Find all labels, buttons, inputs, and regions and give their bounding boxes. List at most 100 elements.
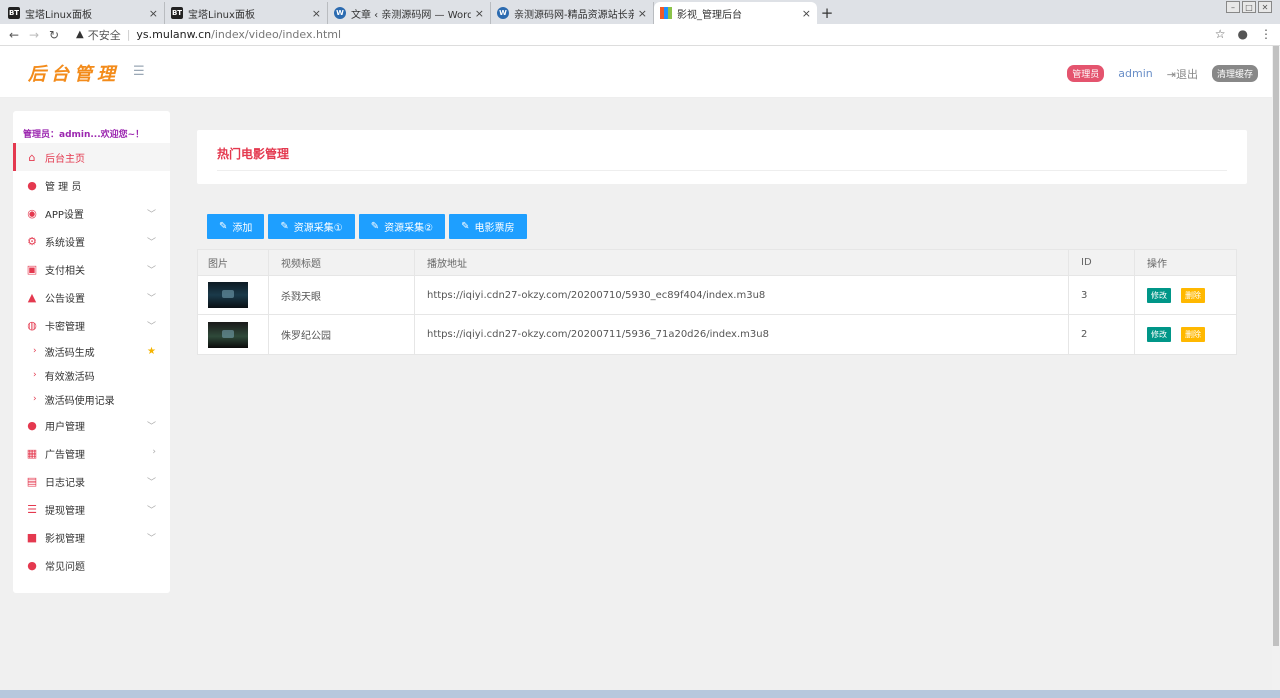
tab-title: 文章 ‹ 亲测源码网 — WordPress xyxy=(351,9,471,21)
page-title: 热门电影管理 xyxy=(217,147,290,161)
url-path: /index/video/index.html xyxy=(211,28,342,41)
sidebar-item-video[interactable]: ■ 影视管理 ﹀ xyxy=(13,523,170,551)
account-icon[interactable]: ● xyxy=(1238,27,1248,41)
more-icon[interactable]: ⋮ xyxy=(1260,27,1272,41)
table-icon: ▦ xyxy=(26,446,38,460)
logout-button[interactable]: ⇥退出 xyxy=(1167,66,1198,82)
clear-cache-button[interactable]: 清理缓存 xyxy=(1211,65,1258,82)
sidebar-item-notice[interactable]: ▲ 公告设置 ﹀ xyxy=(13,283,170,311)
address-actions: ☆ ● ⋮ xyxy=(1215,27,1272,41)
chevron-right-icon: › xyxy=(152,447,156,457)
actions-cell: 修改 删除 xyxy=(1134,315,1236,354)
sidebar-item-system-settings[interactable]: ⚙ 系统设置 ﹀ xyxy=(13,227,170,255)
back-icon[interactable]: ← xyxy=(6,28,22,42)
user-icon: ● xyxy=(27,178,37,192)
sidebar-item-label: 常见问题 xyxy=(45,561,85,573)
column-header: ID xyxy=(1068,250,1134,275)
tab-title: 亲测源码网-精品资源站长亲测 xyxy=(514,9,634,21)
browser-tab-active[interactable]: 影视_管理后台 × xyxy=(654,2,817,24)
column-header: 图片 xyxy=(208,259,228,270)
edit-button[interactable]: 修改 xyxy=(1147,287,1171,303)
bt-icon: BT xyxy=(171,7,183,19)
sidebar-item-label: APP设置 xyxy=(45,209,84,221)
close-icon[interactable]: × xyxy=(149,7,158,20)
table-header: 图片 视频标题 播放地址 ID 操作 xyxy=(198,250,1236,276)
sidebar-item-admins[interactable]: ● 管 理 员 xyxy=(13,171,170,199)
header-user-area: 管理员 admin ⇥退出 清理缓存 xyxy=(1067,65,1258,82)
delete-button[interactable]: 删除 xyxy=(1181,287,1205,303)
url-input[interactable]: ys.mulanw.cn/index/video/index.html xyxy=(136,28,341,41)
window-controls: – □ ✕ xyxy=(1226,1,1272,13)
sidebar-item-logs[interactable]: ▤ 日志记录 ﹀ xyxy=(13,467,170,495)
box-office-button[interactable]: ✎ 电影票房 xyxy=(449,214,527,239)
chevron-right-icon: › xyxy=(33,370,37,380)
browser-tab[interactable]: W 亲测源码网-精品资源站长亲测 × xyxy=(491,2,654,24)
sidebar-item-payment[interactable]: ▣ 支付相关 ﹀ xyxy=(13,255,170,283)
close-window-icon[interactable]: ✕ xyxy=(1258,1,1272,13)
pencil-icon: ✎ xyxy=(370,221,380,232)
page-title-card: 热门电影管理 xyxy=(197,130,1247,184)
new-tab-button[interactable]: + xyxy=(817,2,837,24)
maximize-icon[interactable]: □ xyxy=(1242,1,1256,13)
insecure-label[interactable]: 不安全 xyxy=(88,27,121,43)
minimize-icon[interactable]: – xyxy=(1226,1,1240,13)
sidebar-item-ads[interactable]: ▦ 广告管理 › xyxy=(13,439,170,467)
logo[interactable]: 后台管理 xyxy=(28,60,120,86)
reload-icon[interactable]: ↻ xyxy=(46,28,62,42)
chevron-down-icon: ﹀ xyxy=(146,210,156,220)
collect-2-button[interactable]: ✎ 资源采集② xyxy=(358,214,446,239)
play-url: https://iqiyi.cdn27-okzy.com/20200710/59… xyxy=(414,276,1068,314)
button-label: 添加 xyxy=(232,223,253,234)
browser-tab[interactable]: W 文章 ‹ 亲测源码网 — WordPress × xyxy=(328,2,491,24)
button-label: 电影票房 xyxy=(474,223,515,234)
browser-tab[interactable]: BT 宝塔Linux面板 × xyxy=(165,2,328,24)
sidebar-subitem-generate-code[interactable]: › 激活码生成 ★ xyxy=(13,339,170,363)
sidebar-item-app-settings[interactable]: ◉ APP设置 ﹀ xyxy=(13,199,170,227)
users-icon: ● xyxy=(27,418,37,432)
sidebar-subitem-valid-codes[interactable]: › 有效激活码 xyxy=(13,363,170,387)
scrollbar[interactable] xyxy=(1272,46,1280,698)
scrollbar-thumb[interactable] xyxy=(1273,46,1279,646)
wordpress-icon: W xyxy=(497,7,509,19)
close-icon[interactable]: × xyxy=(638,7,647,20)
delete-button[interactable]: 删除 xyxy=(1181,327,1205,342)
sidebar-item-label: 用户管理 xyxy=(45,421,85,433)
site-icon xyxy=(660,7,672,19)
sidebar-item-faq[interactable]: ● 常见问题 xyxy=(13,551,170,579)
collect-1-button[interactable]: ✎ 资源采集① xyxy=(268,214,355,239)
sidebar-item-label: 卡密管理 xyxy=(45,321,85,333)
chevron-right-icon: › xyxy=(33,394,37,404)
sidebar-item-home[interactable]: ⌂ 后台主页 xyxy=(13,143,170,171)
taskbar xyxy=(0,690,1280,698)
sidebar-item-label: 影视管理 xyxy=(45,533,85,545)
add-button[interactable]: ✎ 添加 xyxy=(207,214,265,239)
video-id: 2 xyxy=(1068,315,1134,354)
video-id: 3 xyxy=(1068,276,1134,314)
browser-tab[interactable]: BT 宝塔Linux面板 × xyxy=(2,2,165,24)
menu-icon[interactable]: ☰ xyxy=(133,64,145,79)
chevron-down-icon: ﹀ xyxy=(146,422,156,432)
app-header: 后台管理 ☰ 管理员 admin ⇥退出 清理缓存 xyxy=(0,46,1272,98)
sidebar-subitem-label: 激活码使用记录 xyxy=(44,395,115,407)
sidebar-item-card-keys[interactable]: ◍ 卡密管理 ﹀ xyxy=(13,311,170,339)
forward-icon[interactable]: → xyxy=(26,28,42,42)
tab-title: 宝塔Linux面板 xyxy=(25,9,92,21)
edit-button[interactable]: 修改 xyxy=(1147,327,1171,342)
browser-tab-bar: BT 宝塔Linux面板 × BT 宝塔Linux面板 × W 文章 ‹ 亲测源码网 — … xyxy=(0,0,1280,24)
money-icon: ▣ xyxy=(26,262,38,276)
toolbar: ✎ 添加 ✎ 资源采集① ✎ 资源采集② ✎ 电影票房 xyxy=(207,214,527,239)
close-icon[interactable]: × xyxy=(475,7,484,20)
star-icon: ★ xyxy=(147,345,156,357)
close-icon[interactable]: × xyxy=(802,7,811,20)
video-icon: ■ xyxy=(26,530,38,544)
sidebar-item-label: 系统设置 xyxy=(45,237,85,249)
star-icon[interactable]: ☆ xyxy=(1215,27,1226,41)
sidebar-item-withdraw[interactable]: ☰ 提现管理 ﹀ xyxy=(13,495,170,523)
close-icon[interactable]: × xyxy=(312,7,321,20)
logout-label: 退出 xyxy=(1175,67,1198,81)
username-link[interactable]: admin xyxy=(1118,67,1152,80)
sidebar-item-users[interactable]: ● 用户管理 ﹀ xyxy=(13,411,170,439)
printer-icon: ▤ xyxy=(26,474,38,488)
sidebar-subitem-code-usage[interactable]: › 激活码使用记录 xyxy=(13,387,170,411)
address-bar: ← → ↻ ▲ 不安全 | ys.mulanw.cn/index/video/i… xyxy=(0,24,1280,46)
